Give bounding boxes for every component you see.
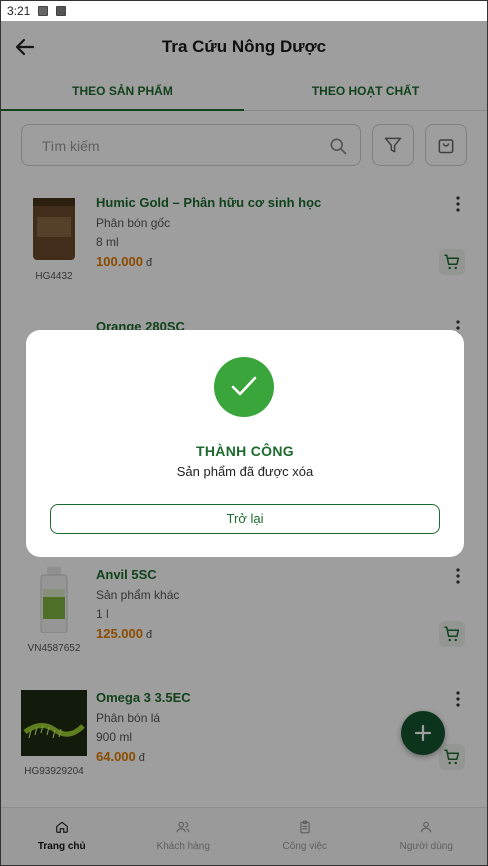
checkmark-icon bbox=[231, 376, 257, 396]
a-notification-icon bbox=[56, 6, 67, 16]
status-time: 3:21 bbox=[7, 4, 31, 18]
back-button[interactable]: Trở lại bbox=[50, 504, 440, 534]
dialog-title: THÀNH CÔNG bbox=[196, 443, 294, 459]
success-badge bbox=[214, 357, 274, 417]
app-screen: 3:21 Tra Cứu Nông Dược THEO SẢN PHẨM THE… bbox=[0, 0, 488, 866]
success-dialog: THÀNH CÔNG Sản phẩm đã được xóa Trở lại bbox=[26, 330, 464, 557]
status-bar: 3:21 bbox=[1, 1, 487, 21]
image-notification-icon bbox=[38, 6, 49, 16]
dialog-message: Sản phẩm đã được xóa bbox=[176, 464, 314, 479]
